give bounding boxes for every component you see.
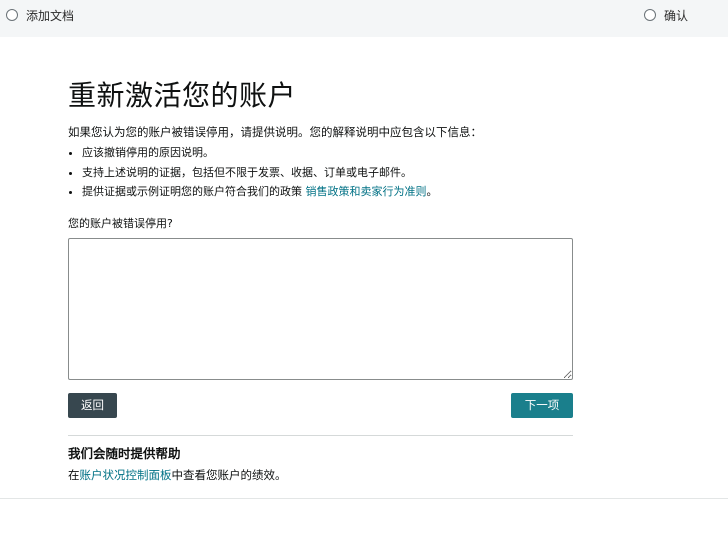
divider (68, 435, 573, 436)
step-circle-icon (644, 9, 656, 21)
reasons-list: 应该撤销停用的原因说明。 支持上述说明的证据，包括但不限于发票、收据、订单或电子… (68, 143, 573, 202)
policy-link[interactable]: 销售政策和卖家行为准则 (306, 185, 427, 198)
footer-divider (0, 498, 728, 499)
help-text: 在账户状况控制面板中查看您账户的绩效。 (68, 467, 287, 483)
step-add-documents[interactable]: 添加文档 (6, 6, 74, 24)
explanation-field-wrapper (68, 238, 573, 380)
intro-text: 如果您认为您的账户被错误停用，请提供说明。您的解释说明中应包含以下信息： (68, 125, 482, 139)
account-health-link[interactable]: 账户状况控制面板 (80, 468, 172, 482)
help-title: 我们会随时提供帮助 (68, 446, 181, 461)
explanation-textarea[interactable] (68, 238, 573, 380)
next-button[interactable]: 下一项 (511, 393, 573, 418)
step-confirm[interactable]: 确认 (644, 6, 688, 24)
back-button[interactable]: 返回 (68, 393, 117, 418)
reactivation-page: 添加文档 确认 重新激活您的账户 如果您认为您的账户被错误停用，请提供说明。您的… (0, 0, 728, 542)
page-title: 重新激活您的账户 (68, 79, 297, 112)
step-label: 添加文档 (26, 8, 75, 23)
help-text-end: 中查看您账户的绩效。 (171, 468, 287, 482)
help-text-start: 在 (68, 468, 80, 482)
list-item: 应该撤销停用的原因说明。 (82, 143, 573, 163)
step-label: 确认 (664, 8, 689, 23)
reason-text: 提供证据或示例证明您的账户符合我们的政策 (82, 185, 306, 198)
list-item: 支持上述说明的证据，包括但不限于发票、收据、订单或电子邮件。 (82, 163, 573, 183)
step-circle-icon (6, 9, 18, 21)
main-content: 重新激活您的账户 如果您认为您的账户被错误停用，请提供说明。您的解释说明中应包含… (68, 78, 573, 482)
progress-stepper: 添加文档 确认 (0, 0, 728, 37)
reason-text: 应该撤销停用的原因说明。 (82, 146, 214, 159)
question-label: 您的账户被错误停用? (68, 216, 173, 230)
reason-text-end: 。 (426, 185, 438, 198)
list-item: 提供证据或示例证明您的账户符合我们的政策 销售政策和卖家行为准则。 (82, 182, 573, 202)
reason-text: 支持上述说明的证据，包括但不限于发票、收据、订单或电子邮件。 (82, 165, 412, 179)
